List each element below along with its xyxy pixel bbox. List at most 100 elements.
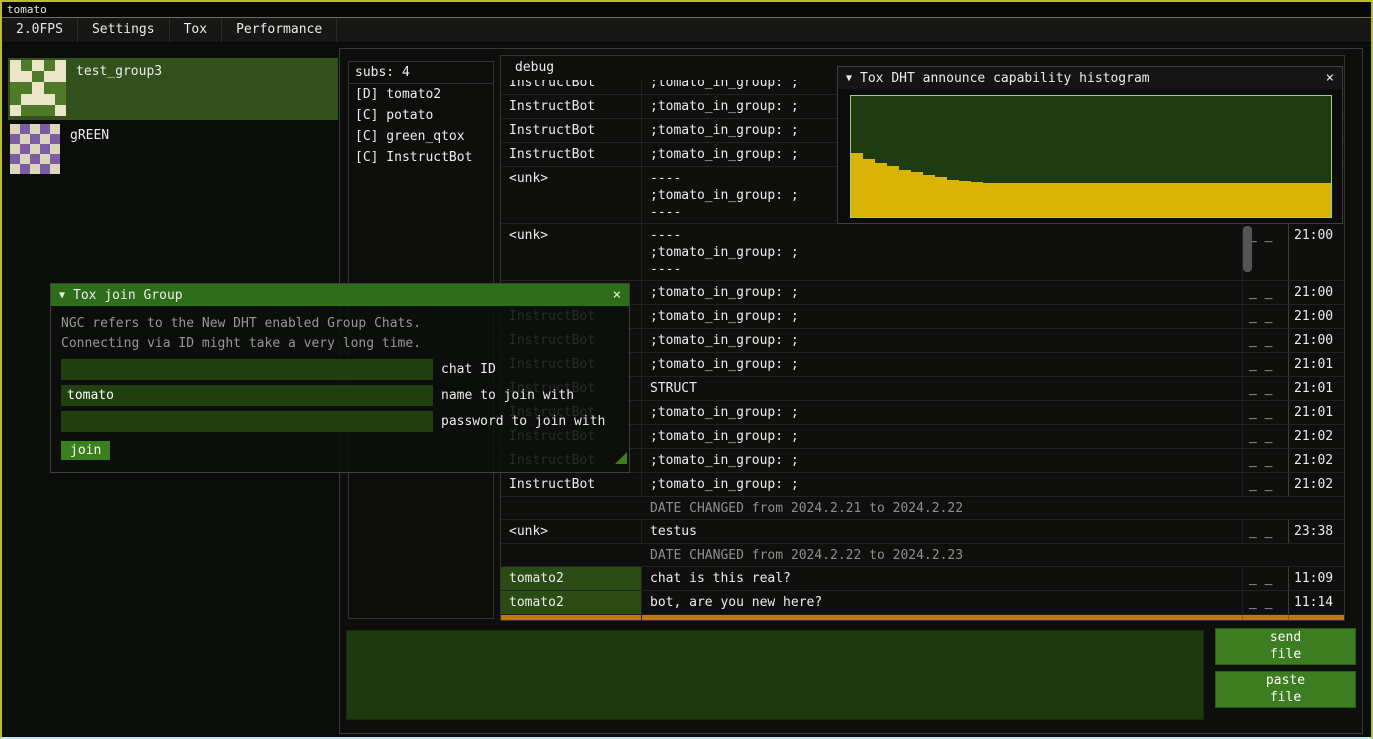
histogram-bar (899, 170, 911, 217)
message-time (1288, 497, 1344, 519)
message-sender: InstructBot (501, 473, 641, 496)
chat-scrollbar[interactable] (1243, 226, 1252, 272)
close-icon[interactable]: × (613, 288, 621, 302)
field-row: password to join with (61, 411, 619, 432)
collapse-icon[interactable]: ▼ (846, 73, 852, 84)
join-window-body: NGC refers to the New DHT enabled Group … (51, 306, 629, 466)
window-title: tomato (7, 3, 47, 16)
message-time: 23:38 (1288, 520, 1344, 543)
histogram-bar (1043, 183, 1055, 217)
message-sender: InstructBot (501, 95, 641, 118)
member-item[interactable]: [D] tomato2 (349, 84, 493, 105)
message-flags: _ _ (1242, 425, 1288, 448)
menu-item-settings[interactable]: Settings (78, 18, 170, 42)
histogram-window: ▼ Tox DHT announce capability histogram … (837, 66, 1343, 224)
histogram-bar (1271, 183, 1283, 217)
message-text: ;tomato_in_group: ; (641, 305, 1242, 328)
join-name-input[interactable] (61, 385, 433, 406)
histogram-bar (1223, 183, 1235, 217)
message-flags: _ _ (1242, 281, 1288, 304)
histogram-bar (1031, 183, 1043, 217)
histogram-bar (863, 159, 875, 217)
join-button[interactable]: join (61, 441, 110, 460)
histogram-bar (1163, 183, 1175, 217)
message-text: No, I've been in this group for quite so… (641, 615, 1242, 620)
date-separator-row[interactable]: DATE CHANGED from 2024.2.22 to 2024.2.23 (501, 543, 1344, 566)
histogram-bar (1079, 183, 1091, 217)
message-flags: _ _ (1242, 591, 1288, 614)
message-input[interactable] (346, 630, 1204, 720)
resize-grip-icon[interactable] (615, 452, 627, 464)
chat-row[interactable]: <unk>----;tomato_in_group: ;----_ _21:00 (501, 223, 1344, 280)
member-item[interactable]: [C] potato (349, 105, 493, 126)
sidebar: test_group3 gREEN (8, 58, 338, 186)
histogram-bar (1187, 183, 1199, 217)
message-flags (1242, 544, 1288, 566)
histogram-bar (875, 163, 887, 217)
message-sender (501, 544, 641, 566)
histogram-plot (850, 95, 1332, 218)
group-list: test_group3 gREEN (8, 58, 338, 184)
chat-row[interactable]: InstructBot;tomato_in_group: ;_ _21:02 (501, 472, 1344, 496)
group-item-gREEN[interactable]: gREEN (8, 122, 338, 184)
message-sender: <unk> (501, 520, 641, 543)
message-time: 21:00 (1288, 281, 1344, 304)
chat-row[interactable]: <unk>testus_ _23:38 (501, 519, 1344, 543)
chat-row[interactable]: tomato2bot, are you new here?_ _11:14 (501, 590, 1344, 614)
message-time: 11:15 (1288, 615, 1344, 620)
date-text: DATE CHANGED from 2024.2.21 to 2024.2.22 (641, 497, 1242, 519)
message-time: 21:01 (1288, 377, 1344, 400)
chat-id-input[interactable] (61, 359, 433, 380)
message-flags: _ _ (1242, 329, 1288, 352)
close-icon[interactable]: × (1326, 71, 1334, 85)
histogram-bar (1175, 183, 1187, 217)
menubar-items: SettingsToxPerformance (78, 18, 337, 42)
chat-row[interactable]: InstructBotNo, I've been in this group f… (501, 614, 1344, 620)
chat-row[interactable]: tomato2chat is this real?_ _11:09 (501, 566, 1344, 590)
message-sender: tomato2 (501, 591, 641, 614)
message-time: 21:01 (1288, 401, 1344, 424)
message-flags (1242, 497, 1288, 519)
histogram-bar (1211, 183, 1223, 217)
message-flags: _ _ (1242, 449, 1288, 472)
join-window-title: Tox join Group (73, 288, 605, 303)
message-time: 21:01 (1288, 353, 1344, 376)
member-item[interactable]: [C] InstructBot (349, 147, 493, 168)
menu-item-tox[interactable]: Tox (170, 18, 222, 42)
window-titlebar: tomato (2, 2, 1371, 18)
histogram-bar (1307, 183, 1319, 217)
message-text: ----;tomato_in_group: ;---- (641, 224, 1242, 280)
message-text: testus (641, 520, 1242, 543)
join-fields: chat IDname to join withpassword to join… (61, 359, 619, 432)
histogram-bar (971, 182, 983, 217)
histogram-bar (887, 166, 899, 217)
date-separator-row[interactable]: DATE CHANGED from 2024.2.21 to 2024.2.22 (501, 496, 1344, 519)
group-avatar (10, 124, 60, 174)
histogram-bar (1151, 183, 1163, 217)
histogram-bar (1091, 183, 1103, 217)
histogram-window-title: Tox DHT announce capability histogram (860, 71, 1318, 86)
group-avatar (10, 60, 66, 116)
message-flags: _ _ (1242, 305, 1288, 328)
group-item-test_group3[interactable]: test_group3 (8, 58, 338, 120)
menu-item-performance[interactable]: Performance (222, 18, 337, 42)
message-time: 21:00 (1288, 329, 1344, 352)
join-password-input[interactable] (61, 411, 433, 432)
group-name: gREEN (70, 128, 109, 182)
field-label: password to join with (441, 414, 605, 429)
message-time: 21:00 (1288, 305, 1344, 328)
histogram-bar (1019, 183, 1031, 217)
histogram-bar (1055, 183, 1067, 217)
join-window-titlebar[interactable]: ▼ Tox join Group × (51, 284, 629, 306)
message-sender: InstructBot (501, 615, 641, 620)
paste-file-button[interactable]: paste file (1215, 671, 1356, 708)
member-item[interactable]: [C] green_qtox (349, 126, 493, 147)
histogram-bar (995, 183, 1007, 217)
histogram-window-titlebar[interactable]: ▼ Tox DHT announce capability histogram … (838, 67, 1342, 89)
message-time: 11:09 (1288, 567, 1344, 590)
send-file-button[interactable]: send file (1215, 628, 1356, 665)
date-text: DATE CHANGED from 2024.2.22 to 2024.2.23 (641, 544, 1242, 566)
message-sender (501, 497, 641, 519)
message-text: ;tomato_in_group: ; (641, 473, 1242, 496)
collapse-icon[interactable]: ▼ (59, 290, 65, 301)
